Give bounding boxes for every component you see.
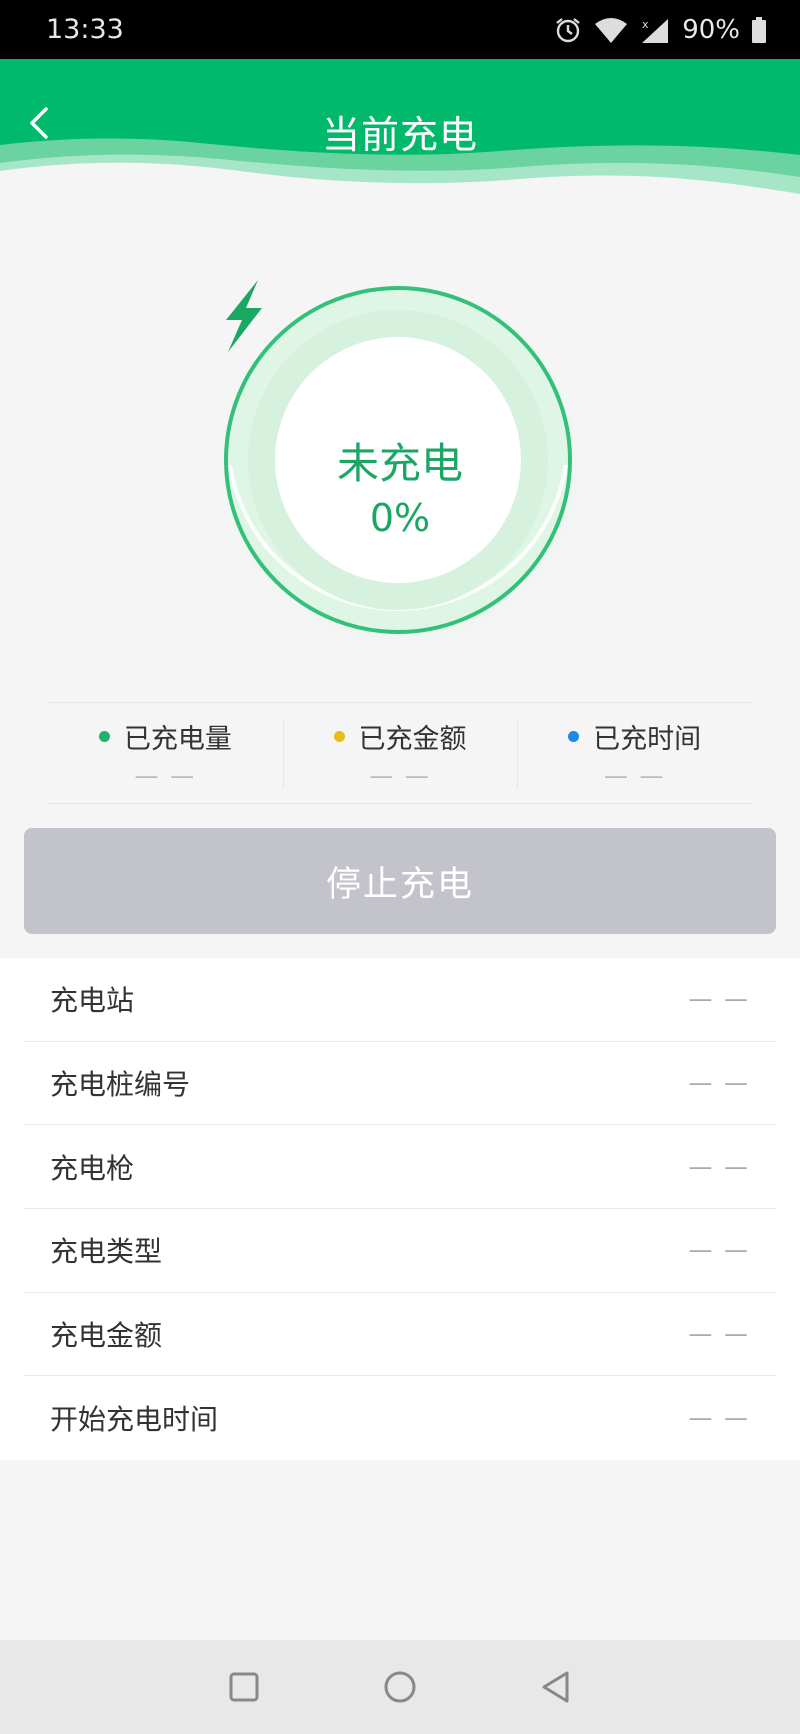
info-row-station: 充电站 — — bbox=[24, 958, 776, 1042]
battery-percent: 90% bbox=[682, 14, 740, 45]
info-label: 充电枪 bbox=[50, 1151, 135, 1185]
stop-charging-button[interactable]: 停止充电 bbox=[24, 828, 776, 934]
info-value: — — bbox=[688, 1404, 750, 1433]
info-value: — — bbox=[688, 1069, 750, 1098]
green-dot-icon bbox=[98, 731, 110, 742]
charging-info-list: 充电站 — — 充电桩编号 — — 充电枪 — — 充电类型 — — 充电金额 … bbox=[0, 958, 800, 1460]
info-row-connector: 充电枪 — — bbox=[24, 1125, 776, 1210]
battery-icon bbox=[752, 16, 766, 43]
info-label: 开始充电时间 bbox=[50, 1403, 219, 1437]
stat-label: 已充时间 bbox=[593, 724, 702, 755]
square-recent-icon bbox=[229, 1672, 259, 1702]
wifi-icon bbox=[594, 16, 628, 44]
info-label: 充电桩编号 bbox=[50, 1068, 191, 1102]
info-label: 充电类型 bbox=[50, 1235, 163, 1269]
info-row-pile-number: 充电桩编号 — — bbox=[24, 1042, 776, 1126]
info-row-charge-type: 充电类型 — — bbox=[24, 1209, 776, 1293]
status-time: 13:33 bbox=[46, 14, 124, 45]
info-value: — — bbox=[688, 1152, 750, 1181]
svg-text:x: x bbox=[642, 18, 649, 31]
yellow-dot-icon bbox=[333, 731, 345, 742]
charging-gauge: 未充电 0% bbox=[220, 280, 580, 640]
stat-label: 已充金额 bbox=[358, 724, 467, 755]
signal-icon: x bbox=[640, 16, 670, 44]
stat-value: — — bbox=[134, 762, 197, 790]
stat-charged-time: 已充时间 — — bbox=[517, 703, 752, 803]
status-bar: 13:33 x 90% bbox=[0, 0, 800, 59]
stat-charged-energy: 已充电量 — — bbox=[48, 703, 283, 803]
info-label: 充电金额 bbox=[50, 1319, 163, 1353]
system-back-button[interactable] bbox=[537, 1668, 575, 1706]
info-value: — — bbox=[688, 985, 750, 1014]
charging-percent: 0% bbox=[369, 496, 431, 540]
stat-value: — — bbox=[603, 762, 666, 790]
stat-charged-amount: 已充金额 — — bbox=[282, 703, 518, 803]
info-row-start-time: 开始充电时间 — — bbox=[24, 1376, 776, 1460]
recent-apps-button[interactable] bbox=[225, 1668, 263, 1706]
lightning-bolt-icon bbox=[226, 280, 262, 352]
charging-stats: 已充电量 — — 已充金额 — — 已充时间 — — bbox=[48, 702, 752, 804]
stat-label: 已充电量 bbox=[123, 724, 232, 755]
info-value: — — bbox=[688, 1320, 750, 1349]
info-label: 充电站 bbox=[50, 984, 135, 1018]
info-row-charge-amount: 充电金额 — — bbox=[24, 1293, 776, 1377]
triangle-back-icon bbox=[542, 1671, 569, 1703]
blue-dot-icon bbox=[568, 731, 580, 742]
status-icons: x 90% bbox=[554, 15, 766, 45]
system-nav-bar bbox=[0, 1640, 800, 1734]
alarm-icon bbox=[554, 16, 582, 44]
page-title: 当前充电 bbox=[321, 113, 478, 157]
info-value: — — bbox=[688, 1236, 750, 1265]
stat-value: — — bbox=[369, 762, 431, 790]
header: 当前充电 bbox=[0, 59, 800, 199]
home-button[interactable] bbox=[381, 1668, 419, 1706]
charging-status: 未充电 bbox=[336, 439, 463, 488]
circle-home-icon bbox=[384, 1671, 416, 1703]
